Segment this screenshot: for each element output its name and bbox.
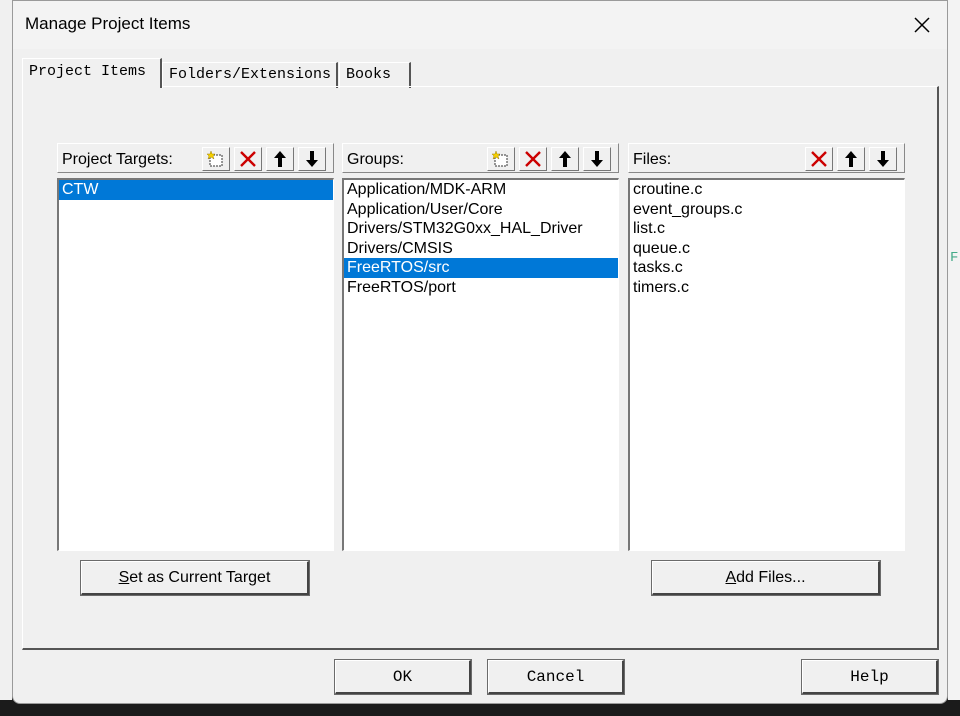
list-item[interactable]: Application/User/Core (344, 200, 618, 220)
title-bar: Manage Project Items (13, 1, 947, 49)
add-files-label: dd Files... (736, 568, 806, 586)
groups-list[interactable]: Application/MDK-ARM Application/User/Cor… (342, 178, 619, 551)
manage-project-items-dialog: Manage Project Items Project Items Folde… (12, 0, 948, 704)
move-target-down-button[interactable] (298, 147, 326, 171)
arrow-down-icon (306, 151, 318, 167)
dialog-title: Manage Project Items (25, 14, 191, 33)
list-item[interactable]: croutine.c (630, 180, 904, 200)
list-item[interactable]: event_groups.c (630, 200, 904, 220)
arrow-down-icon (877, 151, 889, 167)
targets-list[interactable]: CTW (57, 178, 334, 551)
new-item-icon (491, 150, 508, 167)
arrow-up-icon (559, 151, 571, 167)
tab-project-items[interactable]: Project Items (22, 58, 162, 88)
list-item[interactable]: FreeRTOS/port (344, 278, 618, 298)
add-files-mnemonic: A (725, 568, 737, 586)
delete-icon (811, 151, 827, 167)
files-list[interactable]: croutine.c event_groups.c list.c queue.c… (628, 178, 905, 551)
targets-header-label: Project Targets: (62, 151, 173, 168)
delete-file-button[interactable] (805, 147, 833, 171)
move-target-up-button[interactable] (266, 147, 294, 171)
tab-folders-extensions[interactable]: Folders/Extensions (162, 62, 338, 88)
list-item[interactable]: queue.c (630, 239, 904, 259)
close-button[interactable] (899, 1, 945, 49)
close-icon (914, 17, 930, 33)
add-files-button[interactable]: Add Files... (651, 560, 881, 596)
list-item[interactable]: Drivers/CMSIS (344, 239, 618, 259)
list-item[interactable]: tasks.c (630, 258, 904, 278)
new-group-button[interactable] (487, 147, 515, 171)
groups-header: Groups: (342, 143, 619, 173)
move-file-up-button[interactable] (837, 147, 865, 171)
background-text: F (950, 250, 959, 266)
arrow-down-icon (591, 151, 603, 167)
list-item[interactable]: list.c (630, 219, 904, 239)
list-item[interactable]: Application/MDK-ARM (344, 180, 618, 200)
new-item-icon (206, 150, 223, 167)
arrow-up-icon (845, 151, 857, 167)
help-button[interactable]: Help (801, 659, 939, 695)
move-file-down-button[interactable] (869, 147, 897, 171)
set-current-target-button[interactable]: Set as Current Target (80, 560, 310, 596)
background-left-edge (0, 0, 12, 716)
set-current-target-label: et as Current Target (129, 568, 271, 586)
move-group-up-button[interactable] (551, 147, 579, 171)
delete-target-button[interactable] (234, 147, 262, 171)
arrow-up-icon (274, 151, 286, 167)
groups-header-label: Groups: (347, 151, 404, 168)
new-target-button[interactable] (202, 147, 230, 171)
list-item[interactable]: Drivers/STM32G0xx_HAL_Driver (344, 219, 618, 239)
background-right-edge: F (948, 0, 960, 716)
delete-group-button[interactable] (519, 147, 547, 171)
set-current-target-mnemonic: S (118, 568, 130, 586)
ok-button[interactable]: OK (334, 659, 472, 695)
tab-books[interactable]: Books (339, 62, 411, 88)
list-item[interactable]: CTW (59, 180, 333, 200)
delete-icon (240, 151, 256, 167)
list-item[interactable]: timers.c (630, 278, 904, 298)
delete-icon (525, 151, 541, 167)
move-group-down-button[interactable] (583, 147, 611, 171)
cancel-button[interactable]: Cancel (487, 659, 625, 695)
tab-panel: Project Targets: CTW Groups: Application… (22, 86, 939, 650)
files-header-label: Files: (633, 151, 672, 168)
targets-header: Project Targets: (57, 143, 334, 173)
files-header: Files: (628, 143, 905, 173)
list-item[interactable]: FreeRTOS/src (344, 258, 618, 278)
